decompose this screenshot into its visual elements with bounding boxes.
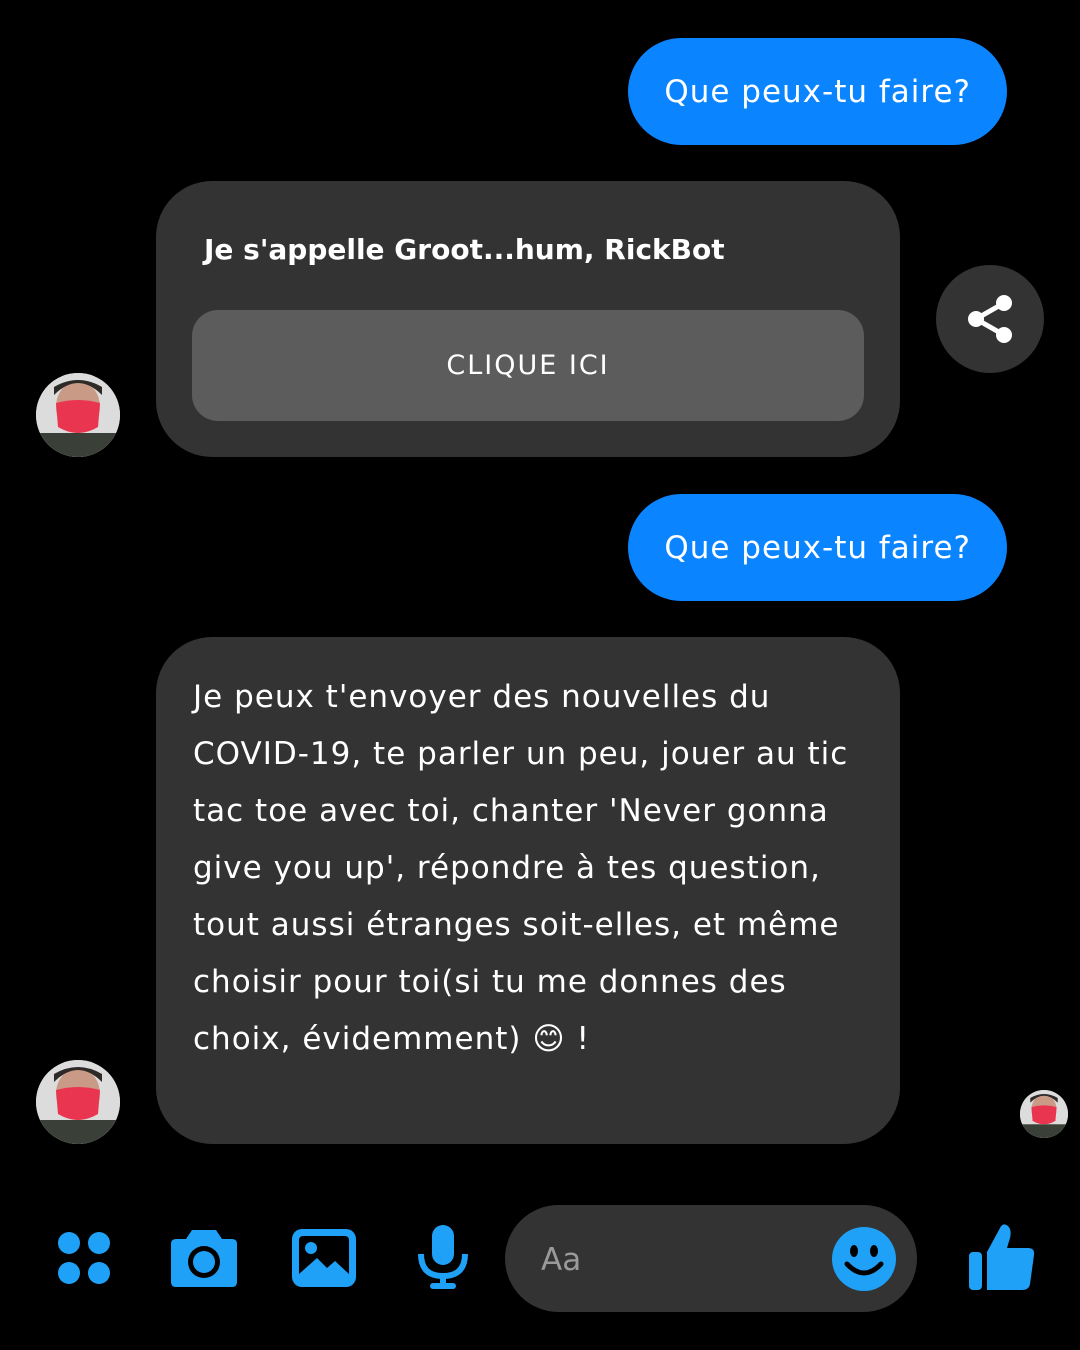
sent-message-text: Que peux-tu faire? [664, 73, 971, 110]
card-button-label: CLIQUE ICI [446, 350, 610, 381]
emoji-button[interactable] [831, 1226, 897, 1296]
avatar-image [1020, 1090, 1068, 1138]
avatar-image [36, 373, 120, 457]
card-title: Je s'appelle Groot...hum, RickBot [204, 233, 725, 266]
gallery-button[interactable] [291, 1228, 357, 1288]
share-button[interactable] [936, 265, 1044, 373]
microphone-button[interactable] [416, 1224, 470, 1290]
microphone-icon [418, 1225, 468, 1289]
apps-button[interactable] [56, 1230, 112, 1286]
camera-button[interactable] [170, 1226, 238, 1288]
apps-grid-icon [58, 1232, 110, 1284]
like-button[interactable] [968, 1222, 1036, 1292]
clique-ici-button[interactable]: CLIQUE ICI [192, 310, 864, 421]
bot-avatar[interactable] [36, 373, 120, 457]
image-icon [292, 1229, 356, 1287]
reply-text: Je peux t'envoyer des nouvelles du COVID… [193, 679, 849, 1057]
sent-message-text: Que peux-tu faire? [664, 529, 971, 566]
bot-avatar[interactable] [36, 1060, 120, 1144]
share-icon [968, 295, 1012, 343]
sent-message-bubble[interactable]: Que peux-tu faire? [628, 494, 1007, 601]
smiley-icon [832, 1227, 896, 1291]
avatar-image [36, 1060, 120, 1144]
message-composer [505, 1205, 917, 1312]
bot-reply-message: Je peux t'envoyer des nouvelles du COVID… [156, 637, 900, 1144]
message-input[interactable] [539, 1229, 823, 1291]
thumbs-up-icon [969, 1224, 1035, 1290]
camera-icon [171, 1230, 237, 1287]
seen-receipt-avatar [1020, 1090, 1068, 1138]
bot-card-message: Je s'appelle Groot...hum, RickBot CLIQUE… [156, 181, 900, 457]
sent-message-bubble[interactable]: Que peux-tu faire? [628, 38, 1007, 145]
